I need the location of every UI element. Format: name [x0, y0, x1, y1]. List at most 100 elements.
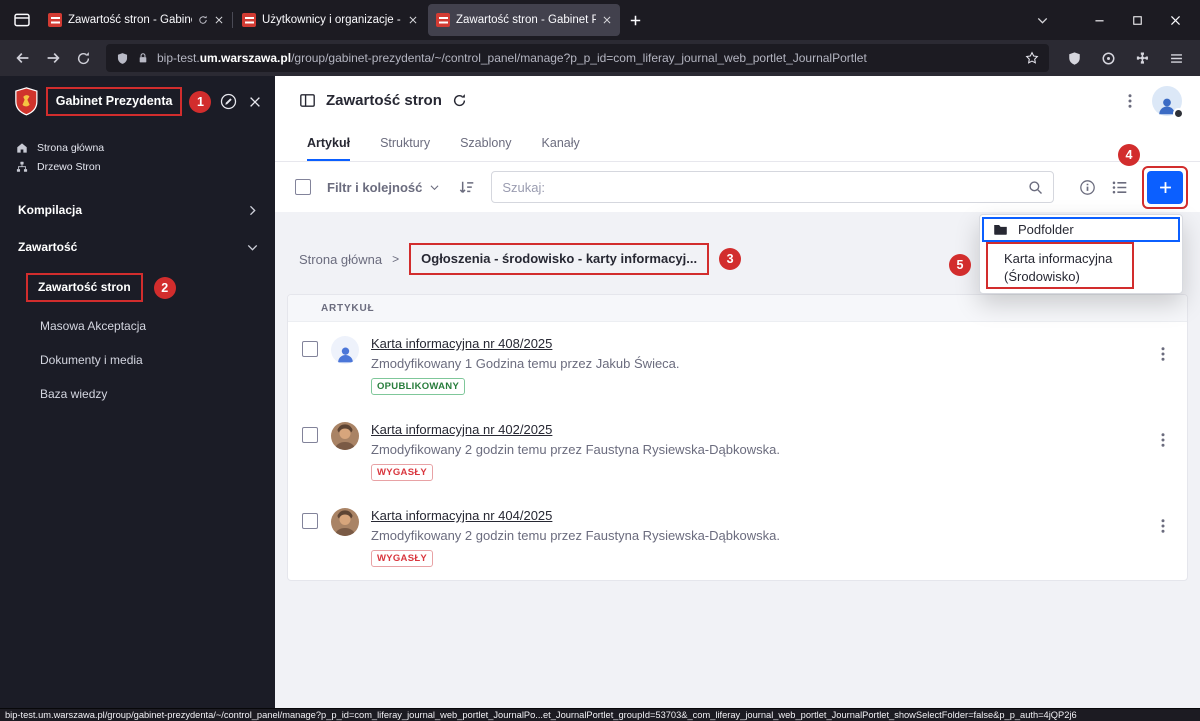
tab-close-icon[interactable] [602, 15, 612, 25]
close-window-button[interactable] [1156, 3, 1194, 37]
url-text: bip-test.um.warszawa.pl/group/gabinet-pr… [157, 51, 867, 65]
folder-icon [993, 222, 1008, 237]
sidebar-section-zawartosc[interactable]: Zawartość [0, 240, 275, 254]
article-title-link[interactable]: Karta informacyjna nr 404/2025 [371, 508, 780, 523]
bookmark-star-icon[interactable] [1025, 51, 1039, 65]
breadcrumb-separator: > [392, 252, 400, 266]
bip-favicon [48, 13, 62, 27]
display-style-icon[interactable] [1106, 174, 1132, 200]
zawartosc-subnav: Zawartość stron 2 Masowa Akceptacja Doku… [0, 273, 275, 411]
row-checkbox[interactable] [302, 513, 318, 529]
tab-struktury[interactable]: Struktury [380, 125, 430, 161]
address-bar[interactable]: bip-test.um.warszawa.pl/group/gabinet-pr… [106, 44, 1049, 72]
sidebar-item-dokumenty-i-media[interactable]: Dokumenty i media [0, 343, 275, 377]
artykul-column-header: ARTYKUŁ [288, 295, 1187, 322]
tab-close-icon[interactable] [214, 15, 224, 25]
status-url: bip-test.um.warszawa.pl/group/gabinet-pr… [5, 710, 1077, 720]
tab-title: Zawartość stron - Gabinet Prezy [68, 14, 192, 26]
row-avatar-default [331, 336, 359, 364]
window-controls [1026, 3, 1194, 37]
extension-circle-icon[interactable] [1095, 45, 1122, 72]
browser-tab-1[interactable]: Zawartość stron - Gabinet Prezy [40, 4, 232, 36]
home-icon [16, 142, 28, 154]
sidebar-section-kompilacja[interactable]: Kompilacja [0, 203, 275, 217]
sort-order-icon[interactable] [458, 179, 475, 196]
menu-item-podfolder[interactable]: Podfolder [982, 217, 1180, 242]
row-checkbox[interactable] [302, 427, 318, 443]
tab-title: Zawartość stron - Gabinet Przy [456, 14, 596, 26]
new-tab-button[interactable] [620, 5, 650, 35]
tab-artykul[interactable]: Artykuł [307, 125, 351, 161]
breadcrumb-current[interactable]: Ogłoszenia - środowisko - karty informac… [409, 243, 710, 275]
extension-area [1061, 45, 1190, 72]
annotation-5: 5 [949, 254, 971, 276]
site-name[interactable]: Gabinet Prezydenta [45, 87, 183, 116]
bip-favicon [242, 13, 256, 27]
browser-chrome: Zawartość stron - Gabinet Prezy Użytkown… [0, 0, 1200, 76]
avatar-badge-icon [1173, 107, 1184, 119]
search-icon[interactable] [1028, 180, 1043, 195]
tab-title: Użytkownicy i organizacje - BIP [262, 14, 402, 26]
browser-tab-3-active[interactable]: Zawartość stron - Gabinet Przy [428, 4, 620, 36]
edit-site-icon[interactable] [218, 92, 238, 112]
sidebar-item-baza-wiedzy[interactable]: Baza wiedzy [0, 377, 275, 411]
plus-icon [1158, 180, 1173, 195]
reload-portlet-icon[interactable] [452, 93, 467, 108]
portlet-header: Zawartość stron [275, 76, 1200, 125]
back-button[interactable] [8, 44, 38, 72]
firefox-view-icon[interactable] [6, 5, 38, 35]
select-all-checkbox[interactable] [295, 179, 311, 195]
header-kebab-icon[interactable] [1118, 89, 1142, 113]
filter-order-button[interactable]: Filtr i kolejność [327, 180, 440, 195]
bip-favicon [436, 13, 450, 27]
user-avatar[interactable] [1152, 85, 1184, 119]
search-input[interactable] [502, 179, 1028, 195]
status-badge: WYGASŁY [371, 550, 434, 567]
main-content: Zawartość stron Artykuł Struktury Szablo… [275, 76, 1200, 708]
article-title-link[interactable]: Karta informacyjna nr 402/2025 [371, 422, 780, 437]
extensions-puzzle-icon[interactable] [1129, 45, 1156, 72]
annotation-box-add [1142, 165, 1188, 209]
tab-kanaly[interactable]: Kanały [542, 125, 580, 161]
lock-icon[interactable] [137, 52, 149, 64]
row-actions-kebab[interactable] [1155, 346, 1171, 362]
row-avatar-photo [331, 508, 359, 536]
browser-tab-2[interactable]: Użytkownicy i organizacje - BIP [232, 4, 426, 36]
sidebar-top-nav: Strona główna Drzewo Stron [0, 138, 275, 176]
chevron-down-icon [429, 182, 440, 193]
web-content-icon [299, 92, 316, 109]
row-body: Karta informacyjna nr 408/2025 Zmodyfiko… [371, 336, 680, 395]
breadcrumb-root[interactable]: Strona główna [299, 252, 382, 267]
sidebar-item-drzewo-stron[interactable]: Drzewo Stron [0, 157, 275, 176]
reload-button[interactable] [68, 44, 98, 72]
forward-button[interactable] [38, 44, 68, 72]
tab-szablony[interactable]: Szablony [460, 125, 511, 161]
annotation-1: 1 [189, 90, 212, 113]
row-actions-kebab[interactable] [1155, 518, 1171, 534]
status-badge: WYGASŁY [371, 464, 434, 481]
tracking-shield-icon[interactable] [116, 52, 129, 65]
add-button[interactable] [1147, 170, 1183, 204]
article-title-link[interactable]: Karta informacyjna nr 408/2025 [371, 336, 680, 351]
minimize-button[interactable] [1080, 3, 1118, 37]
row-checkbox[interactable] [302, 341, 318, 357]
maximize-button[interactable] [1118, 3, 1156, 37]
menu-item-karta-informacyjna[interactable]: Karta informacyjna (Środowisko) [980, 244, 1182, 285]
sidebar-item-zawartosc-stron[interactable]: Zawartość stron [26, 273, 143, 302]
row-actions-kebab[interactable] [1155, 432, 1171, 448]
table-row: Karta informacyjna nr 404/2025 Zmodyfiko… [288, 494, 1187, 580]
article-modified-text: Zmodyfikowany 2 godzin temu przez Fausty… [371, 528, 780, 543]
warsaw-logo [15, 87, 38, 116]
tab-close-icon[interactable] [408, 15, 418, 25]
row-body: Karta informacyjna nr 402/2025 Zmodyfiko… [371, 422, 780, 481]
list-all-tabs-icon[interactable] [1026, 5, 1058, 35]
close-menu-icon[interactable] [245, 92, 265, 112]
annotation-3: 3 [719, 248, 742, 270]
sidebar-item-strona-glowna[interactable]: Strona główna [0, 138, 275, 157]
annotation-2: 2 [153, 276, 176, 299]
info-icon[interactable] [1074, 174, 1100, 200]
page-tree-icon [16, 161, 28, 173]
menu-hamburger-icon[interactable] [1163, 45, 1190, 72]
sidebar-item-masowa-akceptacja[interactable]: Masowa Akceptacja [0, 309, 275, 343]
adblock-shield-icon[interactable] [1061, 45, 1088, 72]
